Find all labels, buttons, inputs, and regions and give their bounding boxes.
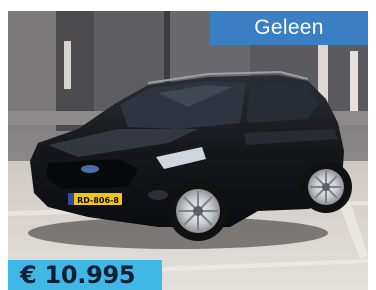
location-badge: Geleen — [210, 11, 368, 45]
car-photo[interactable]: RD-806-8 — [8, 11, 368, 290]
license-plate-text: RD-806-8 — [77, 196, 119, 205]
car-listing-card[interactable]: RD-806-8 Geleen € 10.995 — [0, 0, 376, 290]
price-badge: € 10.995 — [8, 260, 162, 290]
